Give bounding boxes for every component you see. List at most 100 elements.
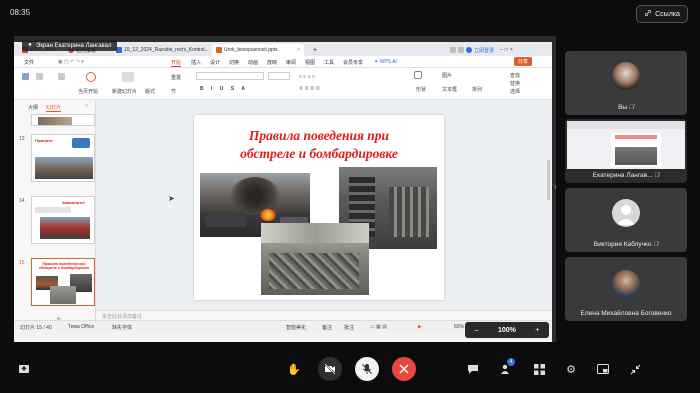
picture-in-picture-icon[interactable] xyxy=(596,362,610,376)
menu-transition[interactable]: 切换 xyxy=(229,59,239,66)
ppt-icon xyxy=(216,47,222,53)
close-tab-icon[interactable]: × xyxy=(297,47,300,53)
notes-area[interactable]: 单击此处添加备注 xyxy=(96,310,552,320)
wps-ai-label: WPS AI xyxy=(379,59,397,65)
collapse-participants-icon[interactable]: › xyxy=(554,182,557,191)
preview-title xyxy=(615,135,657,139)
new-slide-icon[interactable] xyxy=(122,72,134,82)
account-icon xyxy=(466,47,472,53)
wps-ribbon: 当页开始 新建幻灯片 版式 节 重置 B I U S A ≡ ≡ ≡ ≡ ≣ ≣… xyxy=(14,68,552,100)
paste-icon[interactable] xyxy=(22,73,29,80)
textbox-button[interactable]: 文本框 xyxy=(442,86,457,93)
grid-view-icon[interactable] xyxy=(532,362,546,376)
slide-photo-rubble[interactable] xyxy=(261,223,369,295)
participant-tile-presenter[interactable]: Екатерина Лангав... 🎙̸ xyxy=(565,119,687,183)
share-screen-icon[interactable] xyxy=(17,362,31,376)
camera-off-button[interactable] xyxy=(318,357,342,381)
minimize-icon[interactable]: – xyxy=(500,47,503,53)
participant-name: Виктория Каблучко 🎙̸ xyxy=(565,241,687,248)
maximize-icon[interactable]: □ xyxy=(505,47,508,53)
link-button[interactable]: Ссылка xyxy=(636,5,688,23)
exit-fullscreen-icon[interactable] xyxy=(628,362,642,376)
participant-tile-self[interactable]: Вы 🎙̸ xyxy=(565,51,687,115)
find-button[interactable]: 查找 xyxy=(510,72,520,79)
slides-tab[interactable]: 幻灯片 xyxy=(46,104,62,112)
menu-tools[interactable]: 工具 xyxy=(324,59,334,66)
font-style-buttons[interactable]: B I U S A xyxy=(200,86,248,92)
tab-label: Urok_bezopasnosti.pptx xyxy=(224,47,278,53)
section-label[interactable]: 节 xyxy=(171,88,176,95)
smart-beautify-button[interactable]: 智能美化 xyxy=(286,324,306,331)
picture-button[interactable]: 图片 xyxy=(442,72,452,79)
wps-ai-button[interactable]: ✦ WPS AI xyxy=(374,59,397,65)
participant-tile-viktoria[interactable]: Виктория Каблучко 🎙̸ xyxy=(565,188,687,252)
raise-hand-icon[interactable]: ✋ xyxy=(287,362,301,376)
participants-icon[interactable]: 4 xyxy=(499,358,515,376)
quick-tools-icon[interactable]: ▣ ◰ ↶ ↷ ▾ xyxy=(58,59,84,65)
zoom-out-button[interactable]: – xyxy=(475,327,479,334)
font-size-select[interactable] xyxy=(268,72,290,80)
menu-member[interactable]: 会员专享 xyxy=(343,59,363,66)
chat-icon[interactable] xyxy=(466,362,480,376)
new-tab-button[interactable]: + xyxy=(309,44,321,56)
share-zoom-control: – 100% + xyxy=(465,322,549,338)
ruined-building xyxy=(261,223,369,243)
tab-presentation[interactable]: Urok_bezopasnosti.pptx × xyxy=(212,44,304,56)
align-icon[interactable]: ≣ ≣ ≣ ≣ xyxy=(299,86,320,92)
leave-call-button[interactable] xyxy=(392,357,416,381)
notes-button[interactable]: 备注 xyxy=(322,324,332,331)
fire xyxy=(260,209,276,221)
close-window-icon[interactable]: × xyxy=(510,47,513,53)
menu-view[interactable]: 视图 xyxy=(305,59,315,66)
play-from-current-label[interactable]: 当页开始 xyxy=(78,88,98,95)
cut-icon[interactable] xyxy=(36,73,43,80)
play-from-current-icon[interactable] xyxy=(86,72,96,82)
window-icons: 立即登录 – □ × xyxy=(446,44,517,56)
slide-title[interactable]: Правила поведения при обстреле и бомбард… xyxy=(194,127,444,163)
paragraph-icon[interactable]: ≡ ≡ ≡ ≡ xyxy=(299,74,315,80)
slide-thumbnail-12[interactable] xyxy=(31,114,95,126)
zoom-in-button[interactable]: + xyxy=(535,327,539,334)
shape-icon[interactable] xyxy=(414,71,422,79)
select-button[interactable]: 选择 xyxy=(510,88,520,95)
settings-gear-icon[interactable]: ⚙ xyxy=(564,362,578,376)
outline-tab[interactable]: 大纲 xyxy=(28,104,38,111)
share-button[interactable]: 分享 xyxy=(514,57,533,66)
play-icon[interactable]: ▶ xyxy=(418,324,422,330)
menu-file[interactable]: 文件 xyxy=(24,59,34,66)
current-slide[interactable]: Правила поведения при обстреле и бомбард… xyxy=(194,115,444,300)
shape-label[interactable]: 形状 xyxy=(416,86,426,93)
menu-review[interactable]: 审阅 xyxy=(286,59,296,66)
slide-thumbnail-15[interactable]: Правила поведения при обстреле и бомбард… xyxy=(31,258,95,306)
menu-animation[interactable]: 动画 xyxy=(248,59,258,66)
thumb-title: Запомните! xyxy=(62,200,85,205)
vertical-scrollbar[interactable] xyxy=(547,160,550,200)
slide-thumbnail-pane: 大纲 幻灯片 ‹ 13 Помните: 14 Запомните! 15 Пр… xyxy=(14,100,96,328)
reset-label[interactable]: 重置 xyxy=(171,74,181,81)
replace-button[interactable]: 替换 xyxy=(510,80,520,87)
view-mode-icons[interactable]: ▭ ▦ ▤ xyxy=(370,324,387,330)
arrange-button[interactable]: 排列 xyxy=(472,86,482,93)
comment-button[interactable]: 批注 xyxy=(344,324,354,331)
mic-off-icon: 🎙̸ xyxy=(653,241,659,248)
slide-thumbnail-13[interactable]: Помните: xyxy=(31,134,95,182)
mic-off-icon xyxy=(362,364,372,374)
participant-tile-elena[interactable]: Елена Михайловна Боговенко xyxy=(565,257,687,321)
user-icon[interactable] xyxy=(458,47,464,53)
thumb-icon xyxy=(72,138,90,148)
mic-off-button[interactable] xyxy=(355,357,379,381)
menu-design[interactable]: 设计 xyxy=(210,59,220,66)
menu-home[interactable]: 开始 xyxy=(171,59,182,67)
slide-thumbnail-14[interactable]: Запомните! xyxy=(31,196,95,244)
layout-label[interactable]: 版式 xyxy=(145,88,155,95)
login-link[interactable]: 立即登录 xyxy=(474,47,494,54)
missing-font-button[interactable]: 缺失字体 xyxy=(112,324,132,331)
format-painter-icon[interactable] xyxy=(58,73,65,80)
grid-icon[interactable] xyxy=(450,47,456,53)
new-slide-label[interactable]: 新建幻灯片 xyxy=(112,88,137,95)
collapse-pane-icon[interactable]: ‹ xyxy=(86,103,88,109)
menu-slideshow[interactable]: 放映 xyxy=(267,59,277,66)
menu-insert[interactable]: 插入 xyxy=(191,59,201,66)
font-name-select[interactable] xyxy=(196,72,264,80)
tab-document-1[interactable]: 10_12_2024_Razvitie_rechi_Kontrol... xyxy=(112,44,213,56)
